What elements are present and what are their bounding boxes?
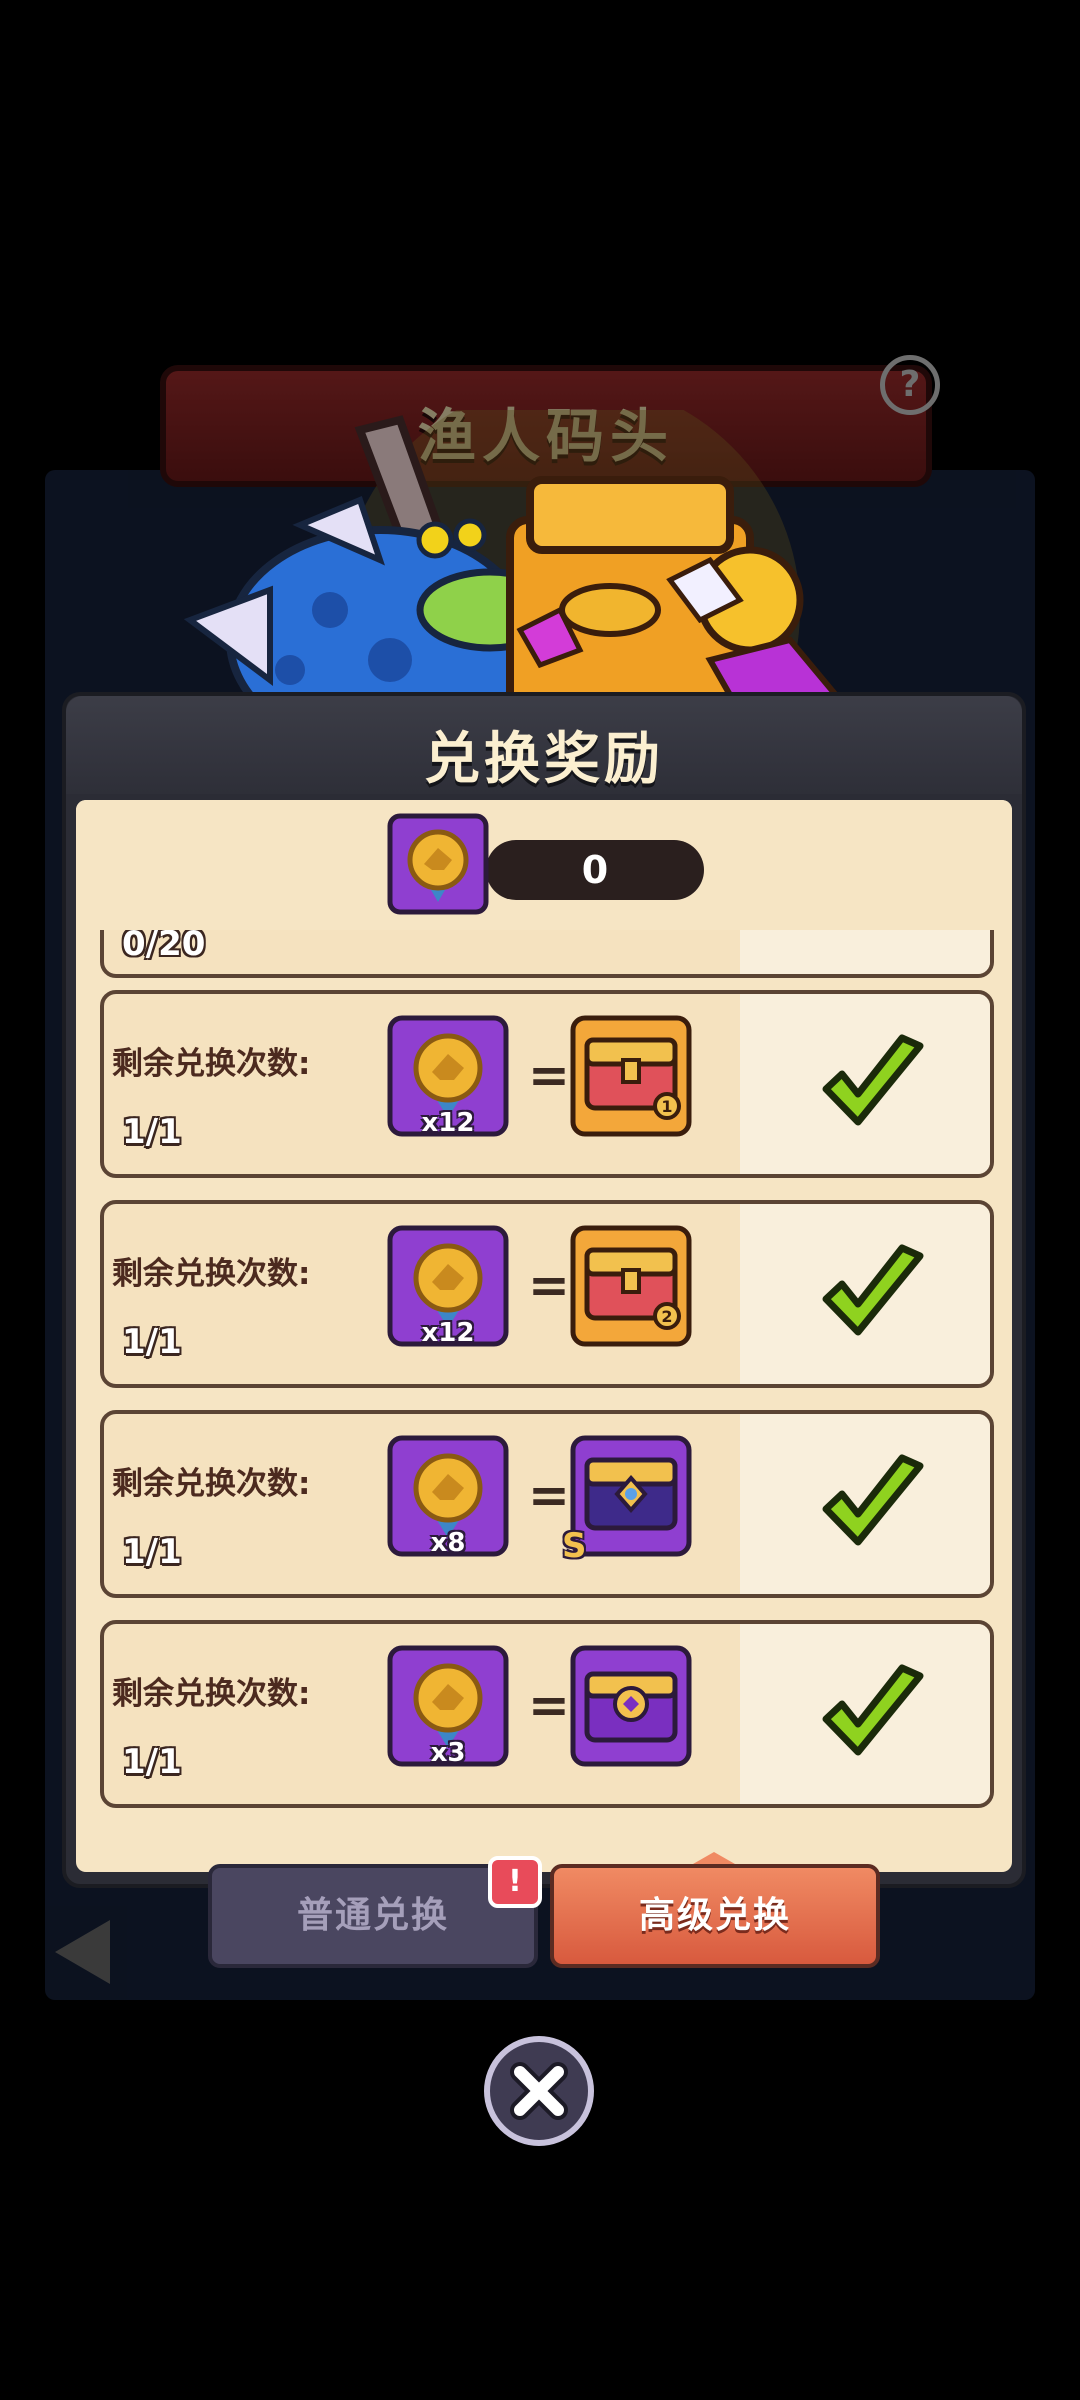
exchange-list[interactable]: 0 0/20 剩余兑换次数: 1/1 x12 = 1 剩余兑换次数: 1/1 x… <box>76 800 1012 1872</box>
remaining-count-label: 剩余兑换次数: <box>112 1676 311 1712</box>
check-icon <box>822 1244 924 1336</box>
equals-icon: = <box>528 1466 570 1524</box>
exchange-row: 剩余兑换次数: 1/1 x3 = <box>100 1620 994 1808</box>
token-quantity: x8 <box>430 1528 466 1558</box>
check-icon <box>822 1454 924 1546</box>
exchange-row: 剩余兑换次数: 1/1 x8 = S <box>100 1410 994 1598</box>
currency-display: 0 <box>76 800 1012 930</box>
chest-s-icon <box>570 1435 692 1557</box>
equals-icon: = <box>528 1046 570 1104</box>
exchange-row: 剩余兑换次数: 1/1 x12 = 1 <box>100 990 994 1178</box>
svg-text:1: 1 <box>661 1097 672 1116</box>
remaining-count-label: 剩余兑换次数: <box>112 1046 311 1082</box>
tab-advanced-exchange[interactable]: 高级兑换 <box>550 1864 880 1968</box>
token-quantity: x12 <box>421 1318 475 1348</box>
chest-purple-icon <box>570 1645 692 1767</box>
check-icon <box>822 1034 924 1126</box>
alert-badge: ! <box>488 1856 542 1908</box>
remaining-count-value: 1/1 <box>122 1112 182 1152</box>
equals-icon: = <box>528 1256 570 1314</box>
exchange-dialog: 兑换奖励 0 0/20 剩余兑换次数: 1/1 x12 = 1 剩余兑换次数: … <box>62 692 1026 1888</box>
remaining-count-label: 剩余兑换次数: <box>112 1256 311 1292</box>
svg-text:2: 2 <box>661 1307 672 1326</box>
question-icon[interactable]: ? <box>880 355 940 415</box>
chest-2-icon: 2 <box>570 1225 692 1347</box>
close-icon <box>510 2062 568 2120</box>
dialog-header: 兑换奖励 <box>66 696 1022 794</box>
remaining-count-label: 剩余兑换次数: <box>112 1466 311 1502</box>
equals-icon: = <box>528 1676 570 1734</box>
remaining-count-value: 1/1 <box>122 1532 182 1572</box>
exchange-row: 剩余兑换次数: 1/1 x12 = 2 <box>100 1200 994 1388</box>
reward-badge: S <box>562 1526 587 1566</box>
chest-1-icon: 1 <box>570 1015 692 1137</box>
partial-row-count: 0/20 <box>122 924 206 964</box>
token-quantity: x3 <box>430 1738 466 1768</box>
wolf-medal-icon <box>387 813 489 915</box>
remaining-count-value: 1/1 <box>122 1322 182 1362</box>
hero-illustration <box>183 410 846 740</box>
remaining-count-value: 1/1 <box>122 1742 182 1782</box>
token-quantity: x12 <box>421 1108 475 1138</box>
back-arrow-icon <box>55 1920 110 1984</box>
currency-value: 0 <box>486 840 704 900</box>
dialog-title: 兑换奖励 <box>424 727 664 792</box>
check-icon <box>822 1664 924 1756</box>
close-button[interactable] <box>484 2036 594 2146</box>
